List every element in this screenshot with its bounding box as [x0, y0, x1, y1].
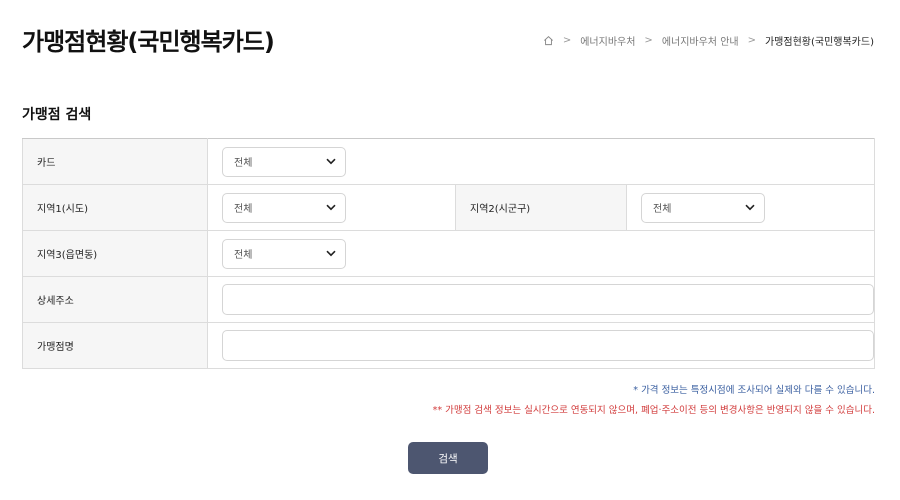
card-row: 카드 전체 [22, 138, 875, 185]
chevron-right-icon: > [562, 35, 572, 46]
chevron-down-icon [326, 158, 336, 165]
store-name-input[interactable] [222, 330, 874, 361]
chevron-down-icon [326, 250, 336, 257]
home-icon[interactable] [543, 35, 554, 46]
region3-label: 지역3(읍면동) [22, 230, 208, 277]
chevron-down-icon [326, 204, 336, 211]
region-row: 지역1(시도) 전체 지역2(시군구) 전체 [22, 184, 875, 231]
breadcrumb-current: 가맹점현황(국민행복카드) [764, 37, 874, 48]
address-row: 상세주소 [22, 276, 875, 323]
price-notice: * 가격 정보는 특정시점에 조사되어 실제와 다를 수 있습니다. [633, 385, 875, 396]
card-select-value: 전체 [234, 158, 253, 169]
search-button[interactable]: 검색 [408, 442, 488, 474]
section-title: 가맹점 검색 [22, 107, 92, 123]
region1-select-value: 전체 [234, 204, 253, 215]
store-info-notice: ** 가맹점 검색 정보는 실시간으로 연동되지 않으며, 폐업·주소이전 등의… [432, 405, 875, 416]
region2-select[interactable]: 전체 [641, 192, 765, 223]
page-title: 가맹점현황(국민행복카드) [22, 28, 275, 56]
search-form-table: 카드 전체 지역1(시도) 전체 지역2(시군구) 전체 지역3(읍면동) 전체… [22, 138, 875, 369]
card-label: 카드 [22, 138, 208, 185]
chevron-right-icon: > [747, 35, 756, 46]
region3-select[interactable]: 전체 [222, 238, 346, 269]
region2-label: 지역2(시군구) [455, 184, 627, 231]
region3-select-value: 전체 [234, 250, 253, 261]
chevron-down-icon [745, 204, 755, 211]
breadcrumb: > 에너지바우처 > 에너지바우처 안내 > 가맹점현황(국민행복카드) [543, 33, 874, 48]
breadcrumb-item[interactable]: 에너지바우처 [580, 33, 635, 48]
breadcrumb-item[interactable]: 에너지바우처 안내 [662, 33, 739, 48]
region2-select-value: 전체 [653, 204, 672, 215]
store-name-label: 가맹점명 [22, 322, 208, 369]
address-label: 상세주소 [22, 276, 208, 323]
region1-select[interactable]: 전체 [222, 192, 346, 223]
store-name-row: 가맹점명 [22, 322, 875, 369]
region3-row: 지역3(읍면동) 전체 [22, 230, 875, 277]
region1-label: 지역1(시도) [22, 184, 208, 231]
card-select[interactable]: 전체 [222, 146, 346, 177]
chevron-right-icon: > [644, 35, 653, 46]
address-input[interactable] [222, 284, 874, 315]
